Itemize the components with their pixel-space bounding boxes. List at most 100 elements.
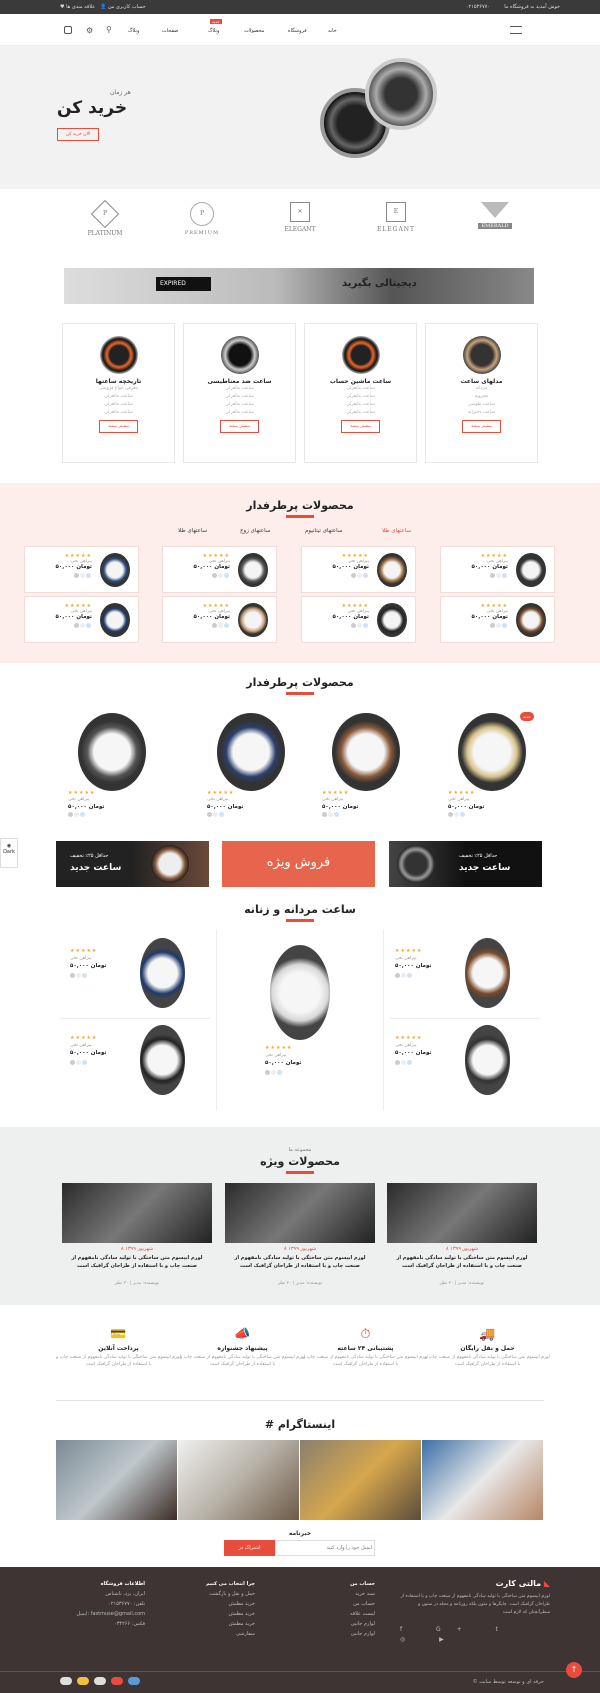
brand-logo-elegant-1[interactable]: ✕ ELEGANT [270,202,330,246]
footer-link[interactable]: خرید مطمئن [175,1619,255,1629]
card-link[interactable]: ساعت مانعرلی [184,393,295,401]
footer-link[interactable]: لوازم جانبی [305,1629,375,1639]
color-swatches[interactable] [70,973,88,980]
color-swatches[interactable] [194,623,230,630]
product-item[interactable]: ★★★★★ پیراهن نخی ۵۰,۰۰۰ تومان [70,1025,210,1105]
product-card[interactable]: ★★★★★ پیراهن نخی ۵۰,۰۰۰ تومان [301,546,416,593]
more-button[interactable]: بیشتر ببینید [462,420,501,433]
product-item[interactable]: ★★★★★ پیراهن نخی ۵۰,۰۰۰ تومان [68,708,158,818]
nav-item-products[interactable]: محصولات [244,28,264,34]
tab-titanium[interactable]: ساعتهای تیتانیوم [305,528,342,534]
instagram-image[interactable] [56,1440,177,1520]
product-item[interactable]: ★★★★★ پیراهن نخی ۵۰,۰۰۰ تومان [250,945,350,1085]
tab-gold-2[interactable]: ساعتهای طلا [178,528,207,534]
product-item[interactable]: ★★★★★ پیراهن نخی ۵۰,۰۰۰ تومان [70,938,210,1018]
footer-link[interactable]: لوازم جانبی [305,1619,375,1629]
color-swatches[interactable] [70,1060,88,1067]
card-link[interactable]: ساعت مانعرلی [305,409,416,417]
account-link[interactable]: 👤 حساب کاربری من [100,4,146,10]
card-link[interactable]: مچرونه [426,393,537,401]
brand-logo-emerald[interactable]: EMERALD [465,202,525,246]
nav-item-home[interactable]: خانه [328,28,337,34]
post-title[interactable]: لورم ایپسوم متن ساختگی با تولید سادگی نا… [230,1254,370,1270]
product-item[interactable]: ★★★★★ پیراهن نخی ۵۰,۰۰۰ تومان [395,1025,535,1105]
brand-logo-premium[interactable]: P PREMIUM [172,202,232,246]
gear-icon[interactable]: ⚙ [86,26,93,35]
color-swatches[interactable] [333,623,369,630]
color-swatches[interactable] [56,573,92,580]
tab-gold[interactable]: ساعتهای طلا [382,528,411,534]
product-card[interactable]: ★★★★★ پیراهن نخی ۵۰,۰۰۰ تومان [24,596,139,643]
footer-link[interactable]: حساب من [305,1599,375,1609]
color-swatches[interactable] [333,573,369,580]
color-swatches[interactable] [472,573,508,580]
card-link[interactable]: ساعت دخترانه [426,409,537,417]
footer-link[interactable]: خرید مطمئن [175,1599,255,1609]
instagram-image[interactable] [422,1440,543,1520]
brand-logo-platinum[interactable]: P PLATINUM [75,199,135,246]
product-card[interactable]: ★★★★★ پیراهن نخی ۵۰,۰۰۰ تومان [440,596,555,643]
footer-link[interactable]: سفارشی [175,1629,255,1639]
product-item[interactable]: جدید ★★★★★ پیراهن نخی ۵۰,۰۰۰ تومان [448,708,538,818]
more-button[interactable]: بیشتر ببینید [341,420,380,433]
blog-image[interactable] [225,1183,375,1243]
color-swatches[interactable] [448,812,466,819]
card-link[interactable]: ساعت مانعرلی [63,401,174,409]
card-link[interactable]: ساعت مانعرلی [184,401,295,409]
card-link[interactable]: ساعت طوسی [426,401,537,409]
post-title[interactable]: لورم ایپسوم متن ساختگی با تولید سادگی نا… [67,1254,207,1270]
color-swatches[interactable] [395,1060,413,1067]
card-link[interactable]: ساعت مانعرلی [63,393,174,401]
card-link[interactable]: ساعت مانعرلی [63,409,174,417]
card-link[interactable]: مردانه [426,385,537,393]
color-swatches[interactable] [207,812,225,819]
footer-link[interactable]: سبد خرید [305,1589,375,1599]
footer-link[interactable]: خرید مطمئن [175,1609,255,1619]
wishlist-link[interactable]: ♥ علاقه مندی ها [60,4,95,10]
card-link[interactable]: ساعت مانعرلی [305,385,416,393]
product-card[interactable]: ★★★★★ پیراهن نخی ۵۰,۰۰۰ تومان [162,596,277,643]
card-link[interactable]: معرفی انواع فروشی [63,385,174,393]
nav-item-shop[interactable]: فروشگاه [288,28,307,34]
product-card[interactable]: ★★★★★ پیراهن نخی ۵۰,۰۰۰ تومان [301,596,416,643]
card-link[interactable]: ساعت مانعرلی [305,401,416,409]
blog-image[interactable] [387,1183,537,1243]
newsletter-subscribe-button[interactable]: اشتراک در [224,1540,275,1556]
brand-logo-elegant-2[interactable]: E ELEGANT [366,202,426,246]
product-card[interactable]: ★★★★★ پیراهن نخی ۵۰,۰۰۰ تومان [24,546,139,593]
color-swatches[interactable] [194,573,230,580]
tab-couple[interactable]: ساعتهای زوج [240,528,270,534]
instagram-image[interactable] [178,1440,299,1520]
nav-item-blog[interactable]: وبلاگ [128,28,139,34]
nav-item-blog2[interactable]: وبلاگ [208,28,219,34]
color-swatches[interactable] [472,623,508,630]
hero-cta-button[interactable]: الان خرید کن [57,128,100,141]
more-button[interactable]: بیشتر ببینید [220,420,259,433]
promo-banner[interactable]: EXPIRED دیجیتالی بگیرید [64,268,534,304]
promo-new-watch-right[interactable]: حداقل ۲۵٪ تخفیف ساعت جدید [389,841,542,887]
color-swatches[interactable] [322,812,340,819]
card-link[interactable]: ساعت مانعرلی [184,409,295,417]
promo-new-watch-left[interactable]: حداقل ۲۵٪ تخفیف ساعت جدید [56,841,209,887]
dark-mode-toggle[interactable]: ◉ Dark [0,838,18,868]
more-button[interactable]: بیشتر ببینید [99,420,138,433]
card-link[interactable]: ساعت مانعرلی [184,385,295,393]
nav-item-pages[interactable]: صفحات [162,28,178,34]
social-icons[interactable]: f G+ t ◎ ▶ [400,1625,550,1645]
product-item[interactable]: ★★★★★ پیراهن نخی ۵۰,۰۰۰ تومان [395,938,535,1018]
product-item[interactable]: ★★★★★ پیراهن نخی ۵۰,۰۰۰ تومان [207,708,297,818]
card-link[interactable]: ساعت مانعرلی [305,393,416,401]
newsletter-email-input[interactable] [275,1540,375,1556]
product-card[interactable]: ★★★★★ پیراهن نخی ۵۰,۰۰۰ تومان [162,546,277,593]
product-card[interactable]: ★★★★★ پیراهن نخی ۵۰,۰۰۰ تومان [440,546,555,593]
post-title[interactable]: لورم ایپسوم متن ساختگی با تولید سادگی نا… [392,1254,532,1270]
footer-link[interactable]: حمل و نقل و بازگشت [175,1589,255,1599]
footer-link[interactable]: لیست علاقه [305,1609,375,1619]
search-icon[interactable]: ⚲ [106,25,112,34]
color-swatches[interactable] [265,1070,283,1077]
scroll-top-button[interactable]: ↑ [566,1662,582,1678]
blog-image[interactable] [62,1183,212,1243]
product-item[interactable]: ★★★★★ پیراهن نخی ۵۰,۰۰۰ تومان [322,708,412,818]
color-swatches[interactable] [68,812,86,819]
promo-special-sale[interactable]: فروش ویژه [222,841,375,887]
